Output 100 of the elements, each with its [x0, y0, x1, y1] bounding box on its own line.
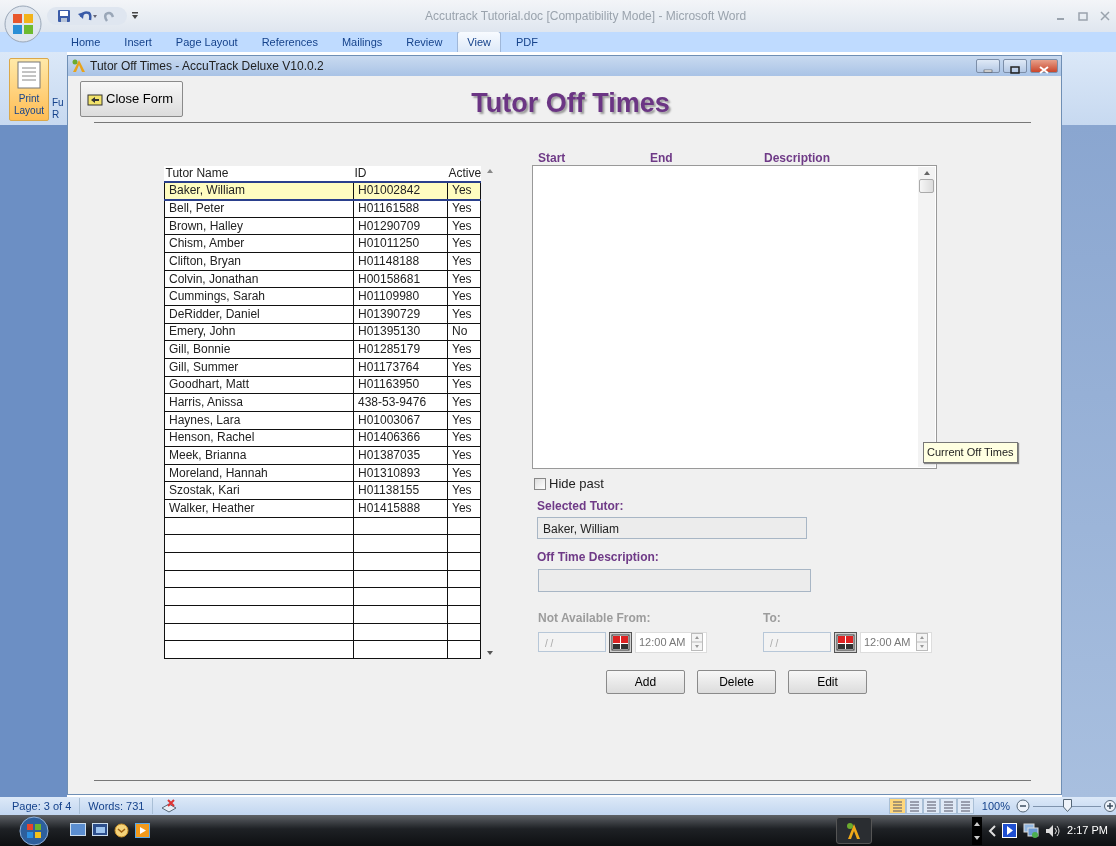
form-heading: Tutor Off Times	[471, 87, 670, 120]
table-cell: No	[447, 323, 481, 341]
action-button[interactable]: Add	[606, 669, 685, 694]
column-header: Description	[764, 150, 831, 165]
spinner-icon[interactable]	[691, 633, 703, 651]
table-cell: Harris, Anissa	[164, 393, 354, 412]
window-switch-icon[interactable]	[92, 823, 108, 836]
table-cell: Colvin, Jonathan	[164, 270, 354, 288]
table-cell: Yes	[447, 199, 481, 218]
ribbon-tab[interactable]: PDF	[507, 31, 547, 52]
minimize-icon	[983, 66, 993, 73]
tooltip: Current Off Times	[923, 442, 1018, 463]
table-cell: H01415888	[353, 499, 448, 518]
ribbon-button[interactable]: Fu R	[52, 58, 66, 121]
calendar-button[interactable]	[834, 631, 857, 653]
table-cell: H01387035	[353, 446, 448, 465]
field-label: Selected Tutor:	[537, 497, 625, 515]
ribbon-tab[interactable]: Review	[397, 31, 452, 52]
table-cell: Gill, Summer	[164, 358, 354, 377]
column-header: Tutor Name	[165, 166, 229, 180]
table-cell: Yes	[447, 393, 481, 412]
zoom-out-icon[interactable]	[1016, 799, 1030, 813]
desktop-icon[interactable]	[70, 823, 86, 836]
minimize-button[interactable]	[976, 59, 1000, 73]
view-icon[interactable]	[939, 798, 957, 814]
column-header: Start	[538, 150, 567, 165]
table-cell: Yes	[447, 429, 481, 447]
ribbon-tab[interactable]: References	[252, 31, 327, 52]
text-field[interactable]: Baker, William	[537, 516, 807, 539]
maximize-icon[interactable]	[1078, 11, 1088, 21]
table-cell: Yes	[447, 252, 481, 271]
view-icon[interactable]	[905, 798, 923, 814]
app-icon	[71, 59, 87, 73]
status-text[interactable]: Words: 731	[80, 797, 154, 815]
chevron-left-icon[interactable]	[988, 824, 997, 837]
field-label: Off Time Description:	[537, 548, 660, 566]
page-icon	[17, 61, 41, 89]
ribbon-tab[interactable]: View	[457, 30, 501, 52]
table-cell: H01395130	[353, 323, 448, 341]
table-cell: Goodhart, Matt	[164, 376, 354, 394]
view-icon[interactable]	[888, 798, 906, 814]
save-icon[interactable]	[57, 9, 71, 23]
customize-arrow-icon[interactable]	[131, 12, 139, 20]
zoom-in-icon[interactable]	[1104, 799, 1116, 813]
table-cell: H01290709	[353, 217, 448, 235]
undo-icon[interactable]	[77, 9, 97, 23]
table-cell: Baker, William	[164, 182, 354, 200]
text-field[interactable]	[538, 568, 811, 592]
checkbox[interactable]	[534, 477, 546, 490]
scroll-thumb[interactable]	[919, 179, 934, 193]
ribbon-tab[interactable]: Mailings	[332, 31, 392, 52]
tray-scroll-icon[interactable]	[972, 816, 983, 845]
action-button[interactable]: Edit	[788, 669, 867, 694]
ribbon-button[interactable]: Print Layout	[9, 58, 49, 121]
action-button[interactable]: Delete	[697, 669, 776, 694]
ribbon-tab[interactable]: Insert	[115, 31, 161, 52]
table-cell: Yes	[447, 287, 481, 306]
proofing-icon[interactable]	[161, 799, 178, 813]
table-cell: H01138155	[353, 481, 448, 500]
status-text: Page: 3 of 4	[0, 797, 81, 815]
slider-thumb[interactable]	[1063, 799, 1072, 812]
view-icon[interactable]	[922, 798, 940, 814]
calendar-button[interactable]	[609, 631, 632, 653]
table-cell: Yes	[447, 305, 481, 324]
table-cell: H01310893	[353, 464, 448, 482]
table-cell: Yes	[447, 499, 481, 518]
taskbar-button[interactable]	[836, 817, 872, 844]
window-title: Accutrack Tutorial.doc [Compatibility Mode] - Microsoft Word	[425, 8, 747, 25]
table-cell: Clifton, Bryan	[164, 252, 354, 271]
table-cell: H01002842	[353, 182, 448, 200]
table-cell: H00158681	[353, 270, 448, 288]
table-cell: Haynes, Lara	[164, 411, 354, 429]
table-cell: Brown, Halley	[164, 217, 354, 235]
table-cell: Meek, Brianna	[164, 446, 354, 465]
table-cell: H01406366	[353, 429, 448, 447]
close-button[interactable]	[1030, 59, 1058, 73]
table-cell: Yes	[447, 376, 481, 394]
speaker-icon[interactable]	[1045, 823, 1062, 838]
table-cell: Cummings, Sarah	[164, 287, 354, 306]
clock-time[interactable]: 2:17 PM	[1067, 822, 1108, 839]
checkbox-label[interactable]: Hide past	[549, 474, 604, 494]
table-cell: Chism, Amber	[164, 234, 354, 253]
table-cell: Henson, Rachel	[164, 429, 354, 447]
zoom-level[interactable]: 100%	[981, 797, 1010, 815]
network-icon[interactable]	[1023, 823, 1040, 838]
ribbon-tab[interactable]: Home	[62, 31, 110, 52]
maximize-button[interactable]	[1003, 59, 1027, 73]
table-cell: H01173764	[353, 358, 448, 377]
table-cell: 438-53-9476	[353, 393, 448, 412]
date-field: / /	[763, 632, 831, 652]
table-cell: Gill, Bonnie	[164, 340, 354, 359]
close-icon[interactable]	[1100, 11, 1110, 21]
spinner-icon[interactable]	[916, 633, 928, 651]
close-form-button[interactable]: Close Form	[80, 81, 183, 117]
ribbon-tab[interactable]: Page Layout	[166, 31, 247, 52]
table-cell: H01163950	[353, 376, 448, 394]
view-icon[interactable]	[956, 798, 974, 814]
column-header: End	[650, 150, 674, 165]
close-icon	[1039, 65, 1049, 74]
time-field: 12:00 AM	[635, 631, 707, 653]
